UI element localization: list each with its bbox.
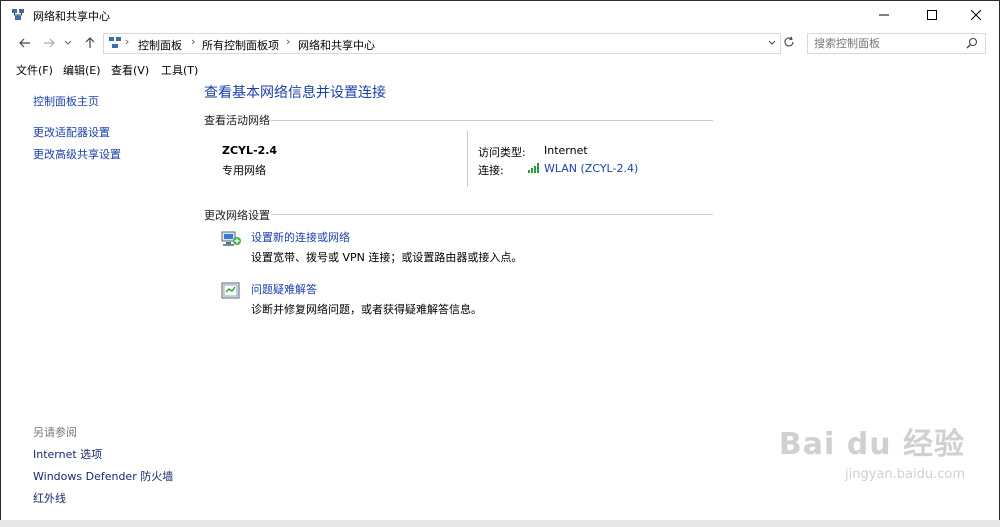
- breadcrumb-all-items[interactable]: 所有控制面板项: [202, 37, 279, 53]
- forward-arrow-icon: [44, 38, 55, 48]
- page-title: 查看基本网络信息并设置连接: [204, 85, 386, 101]
- bottom-edge: [0, 520, 1000, 527]
- connection-link[interactable]: WLAN (ZCYL-2.4): [544, 162, 638, 175]
- menu-bar: 文件(F) 编辑(E) 查看(V) 工具(T): [1, 59, 999, 79]
- breadcrumb-control-panel[interactable]: 控制面板: [138, 37, 182, 53]
- see-also-internet-options[interactable]: Internet 选项: [33, 446, 102, 462]
- network-type[interactable]: 专用网络: [222, 162, 266, 178]
- menu-tools[interactable]: 工具(T): [161, 62, 198, 78]
- wifi-signal-icon: [528, 163, 539, 173]
- baidu-watermark: Bai du 经验 jingyan.baidu.com: [779, 419, 965, 482]
- maximize-button[interactable]: [909, 1, 955, 29]
- task-new-connection-desc: 设置宽带、拨号或 VPN 连接；或设置路由器或接入点。: [251, 251, 523, 264]
- back-arrow-icon: [19, 38, 30, 48]
- window-frame: 网络和共享中心 › 控制面板 › 所有控制面板项 › 网络和共享中心 搜索控制面…: [0, 0, 1000, 522]
- menu-file[interactable]: 文件(F): [16, 62, 53, 78]
- section-divider: [271, 214, 713, 215]
- access-type-value: Internet: [544, 144, 588, 157]
- window-title: 网络和共享中心: [33, 10, 110, 23]
- back-button[interactable]: [17, 35, 33, 51]
- maximize-icon: [927, 10, 937, 20]
- task-troubleshoot-link[interactable]: 问题疑难解答: [251, 281, 317, 297]
- network-name: ZCYL-2.4: [222, 144, 278, 157]
- up-arrow-icon: [85, 37, 95, 48]
- search-input[interactable]: [814, 36, 959, 50]
- network-center-icon: [12, 9, 24, 20]
- network-divider: [467, 131, 468, 187]
- change-settings-heading: 更改网络设置: [204, 209, 270, 222]
- chevron-down-icon: [64, 40, 72, 45]
- breadcrumb-separator-icon[interactable]: ›: [191, 35, 195, 48]
- breadcrumb-separator-icon[interactable]: ›: [125, 35, 129, 48]
- minimize-icon: [879, 14, 889, 16]
- sidebar-item-home[interactable]: 控制面板主页: [33, 93, 99, 109]
- see-also-infrared[interactable]: 红外线: [33, 490, 66, 506]
- sidebar: 控制面板主页 更改适配器设置 更改高级共享设置 另请参阅 Internet 选项…: [1, 81, 191, 521]
- search-box[interactable]: [807, 33, 986, 54]
- menu-view[interactable]: 查看(V): [111, 62, 149, 78]
- task-new-connection-link[interactable]: 设置新的连接或网络: [251, 229, 350, 245]
- refresh-button[interactable]: [781, 34, 797, 50]
- title-bar: 网络和共享中心: [1, 1, 999, 29]
- refresh-icon: [784, 36, 794, 47]
- control-panel-icon: [109, 37, 121, 48]
- section-divider: [271, 120, 713, 121]
- address-row: › 控制面板 › 所有控制面板项 › 网络和共享中心: [1, 30, 999, 56]
- connection-label: 连接:: [478, 164, 504, 177]
- watermark-url: jingyan.baidu.com: [845, 467, 965, 482]
- recent-locations-button[interactable]: [63, 35, 73, 51]
- troubleshoot-icon: [221, 282, 240, 299]
- search-icon[interactable]: [966, 37, 978, 49]
- breadcrumb-separator-icon[interactable]: ›: [286, 35, 290, 48]
- breadcrumb-network-center[interactable]: 网络和共享中心: [298, 37, 375, 53]
- address-dropdown-icon[interactable]: [768, 40, 776, 46]
- active-networks-heading: 查看活动网络: [204, 114, 270, 127]
- up-button[interactable]: [82, 35, 98, 51]
- forward-button[interactable]: [41, 35, 57, 51]
- new-connection-icon: [221, 231, 241, 246]
- sidebar-item-advanced-sharing[interactable]: 更改高级共享设置: [33, 146, 121, 162]
- close-icon: [971, 10, 981, 20]
- watermark-brand: Bai du 经验: [778, 427, 965, 462]
- address-box[interactable]: › 控制面板 › 所有控制面板项 › 网络和共享中心: [103, 33, 781, 54]
- close-button[interactable]: [953, 1, 999, 29]
- minimize-button[interactable]: [861, 1, 907, 29]
- see-also-heading: 另请参阅: [33, 426, 77, 439]
- see-also-firewall[interactable]: Windows Defender 防火墙: [33, 468, 173, 484]
- sidebar-item-adapter-settings[interactable]: 更改适配器设置: [33, 124, 110, 140]
- menu-edit[interactable]: 编辑(E): [63, 62, 101, 78]
- access-type-label: 访问类型:: [478, 146, 526, 159]
- task-troubleshoot-desc: 诊断并修复网络问题，或者获得疑难解答信息。: [251, 303, 482, 316]
